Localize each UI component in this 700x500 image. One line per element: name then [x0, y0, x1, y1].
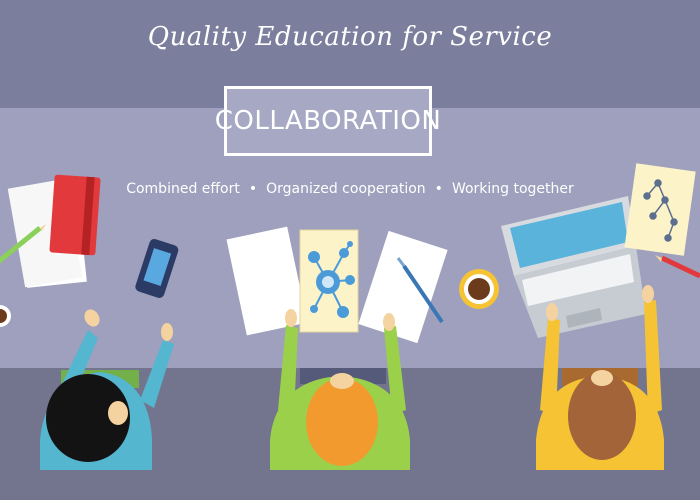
paper-middle-right [358, 230, 448, 344]
subtitle-item: Combined effort [126, 181, 240, 197]
person-middle [270, 309, 410, 470]
subtitle-item: Working together [451, 181, 574, 197]
hero-banner: Quality Education for Service COLLABORAT… [0, 0, 700, 500]
subtitle-separator: • [434, 181, 443, 197]
laptop [501, 196, 646, 338]
pencil-right [655, 255, 700, 279]
org-chart-paper [624, 163, 696, 256]
subtitle-separator: • [248, 181, 258, 197]
coffee-cup-middle [459, 269, 499, 309]
smartphone [135, 238, 179, 298]
collaboration-illustration [0, 163, 700, 470]
collaboration-label: COLLABORATION [214, 106, 442, 136]
subtitle-line: Combined effort • Organized cooperation • Wo… [0, 181, 700, 197]
network-diagram-paper [299, 229, 359, 333]
subtitle-item: Organized cooperation [266, 181, 426, 197]
person-left [40, 309, 174, 470]
coffee-cup-left [0, 305, 11, 327]
banner-title: Quality Education for Service [147, 22, 553, 52]
collaboration-label-box: COLLABORATION [215, 86, 441, 156]
